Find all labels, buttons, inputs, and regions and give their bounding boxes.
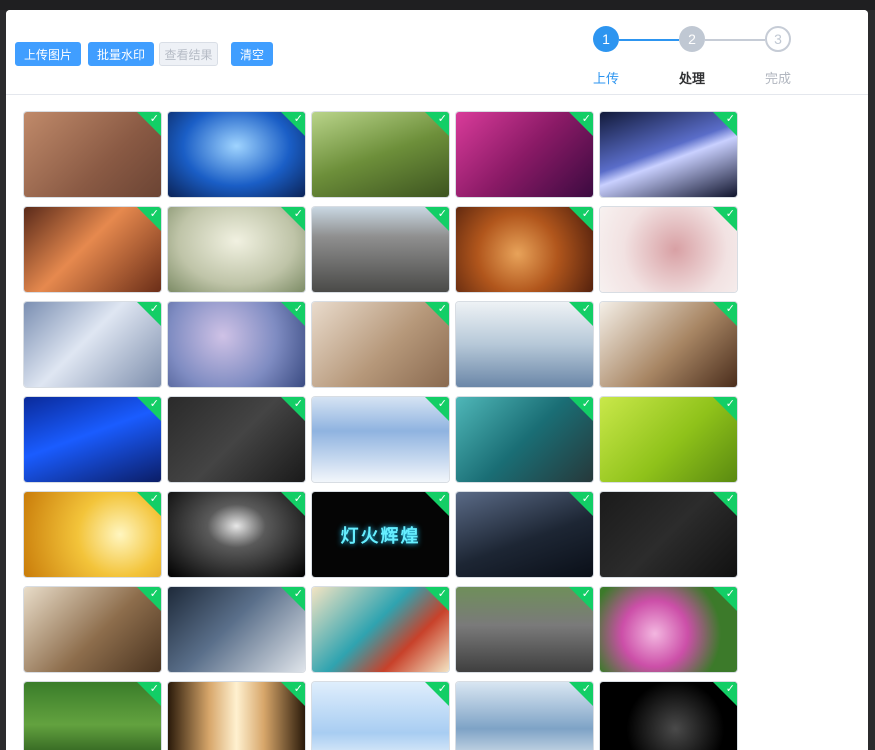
image-thumbnail[interactable]: ✓	[168, 682, 305, 750]
image-thumbnail[interactable]: 灯火辉煌 ✓	[312, 492, 449, 577]
image-thumbnail[interactable]: ✓	[24, 397, 161, 482]
checkmark-icon: ✓	[725, 113, 735, 125]
upload-images-button[interactable]: 上传图片	[15, 42, 82, 66]
image-thumbnail[interactable]: ✓	[312, 587, 449, 672]
checkmark-icon: ✓	[725, 398, 735, 410]
checkmark-icon: ✓	[437, 493, 447, 505]
image-thumbnail[interactable]: ✓	[600, 682, 737, 750]
step-1-label: 上传	[592, 71, 619, 86]
image-thumbnail[interactable]: ✓	[24, 302, 161, 387]
image-thumbnail[interactable]: ✓	[456, 207, 593, 292]
checkmark-icon: ✓	[437, 303, 447, 315]
checkmark-icon: ✓	[437, 113, 447, 125]
checkmark-icon: ✓	[293, 303, 303, 315]
progress-steps: 1 2 3 上传 处理 完成	[591, 26, 811, 92]
image-thumbnail[interactable]: ✓	[168, 587, 305, 672]
batch-watermark-button[interactable]: 批量水印	[88, 42, 155, 66]
checkmark-icon: ✓	[581, 113, 591, 125]
checkmark-icon: ✓	[581, 493, 591, 505]
image-thumbnail[interactable]: ✓	[168, 397, 305, 482]
image-thumbnail[interactable]: ✓	[456, 397, 593, 482]
image-thumbnail[interactable]: ✓	[168, 492, 305, 577]
image-thumbnail[interactable]: ✓	[312, 682, 449, 750]
checkmark-icon: ✓	[293, 683, 303, 695]
checkmark-icon: ✓	[149, 588, 159, 600]
image-thumbnail[interactable]: ✓	[600, 587, 737, 672]
checkmark-icon: ✓	[725, 588, 735, 600]
image-thumbnail[interactable]: ✓	[456, 492, 593, 577]
checkmark-icon: ✓	[437, 588, 447, 600]
checkmark-icon: ✓	[581, 303, 591, 315]
image-thumbnail[interactable]: ✓	[600, 112, 737, 197]
checkmark-icon: ✓	[149, 208, 159, 220]
image-thumbnail[interactable]: ✓	[456, 302, 593, 387]
step-2-circle: 2	[679, 26, 705, 52]
checkmark-icon: ✓	[725, 493, 735, 505]
checkmark-icon: ✓	[149, 683, 159, 695]
window-top-bar	[0, 0, 875, 10]
step-2-label: 处理	[678, 71, 705, 86]
checkmark-icon: ✓	[581, 588, 591, 600]
image-thumbnail[interactable]: ✓	[168, 112, 305, 197]
image-thumbnail[interactable]: ✓	[456, 682, 593, 750]
image-thumbnail[interactable]: ✓	[312, 207, 449, 292]
thumbnail-text: 灯火辉煌	[340, 525, 421, 546]
watermark-panel: 上传图片 批量水印 查看结果 清空 1 2 3 上传 处理 完成 ✓ ✓ ✓ ✓ ✓ ✓ ✓…	[6, 10, 868, 750]
image-thumbnail[interactable]: ✓	[456, 587, 593, 672]
checkmark-icon: ✓	[725, 683, 735, 695]
step-3-circle: 3	[765, 26, 791, 52]
image-thumbnail[interactable]: ✓	[24, 207, 161, 292]
step-connector-2	[705, 39, 765, 41]
image-thumbnail[interactable]: ✓	[24, 112, 161, 197]
checkmark-icon: ✓	[293, 398, 303, 410]
image-thumbnail[interactable]: ✓	[24, 492, 161, 577]
image-thumbnail[interactable]: ✓	[312, 302, 449, 387]
checkmark-icon: ✓	[725, 303, 735, 315]
image-thumbnail[interactable]: ✓	[600, 207, 737, 292]
checkmark-icon: ✓	[437, 683, 447, 695]
image-thumbnail[interactable]: ✓	[312, 397, 449, 482]
image-thumbnail[interactable]: ✓	[600, 397, 737, 482]
image-thumbnail[interactable]: ✓	[168, 302, 305, 387]
image-thumbnail[interactable]: ✓	[312, 112, 449, 197]
checkmark-icon: ✓	[437, 208, 447, 220]
image-thumbnail[interactable]: ✓	[168, 207, 305, 292]
checkmark-icon: ✓	[581, 208, 591, 220]
checkmark-icon: ✓	[293, 208, 303, 220]
clear-button[interactable]: 清空	[231, 42, 274, 66]
checkmark-icon: ✓	[149, 493, 159, 505]
checkmark-icon: ✓	[581, 398, 591, 410]
checkmark-icon: ✓	[293, 493, 303, 505]
checkmark-icon: ✓	[293, 588, 303, 600]
checkmark-icon: ✓	[149, 113, 159, 125]
image-thumbnail[interactable]: ✓	[24, 587, 161, 672]
toolbar: 上传图片 批量水印 查看结果 清空 1 2 3 上传 处理 完成	[6, 10, 868, 95]
step-connector-1	[619, 39, 679, 41]
checkmark-icon: ✓	[149, 398, 159, 410]
checkmark-icon: ✓	[149, 303, 159, 315]
checkmark-icon: ✓	[293, 113, 303, 125]
image-thumbnail[interactable]: ✓	[600, 302, 737, 387]
view-result-button[interactable]: 查看结果	[159, 42, 218, 66]
image-thumbnail[interactable]: ✓	[24, 682, 161, 750]
step-1-circle: 1	[593, 26, 619, 52]
step-3-label: 完成	[764, 71, 791, 86]
checkmark-icon: ✓	[437, 398, 447, 410]
checkmark-icon: ✓	[581, 683, 591, 695]
checkmark-icon: ✓	[725, 208, 735, 220]
image-thumbnail[interactable]: ✓	[600, 492, 737, 577]
image-thumbnail[interactable]: ✓	[456, 112, 593, 197]
